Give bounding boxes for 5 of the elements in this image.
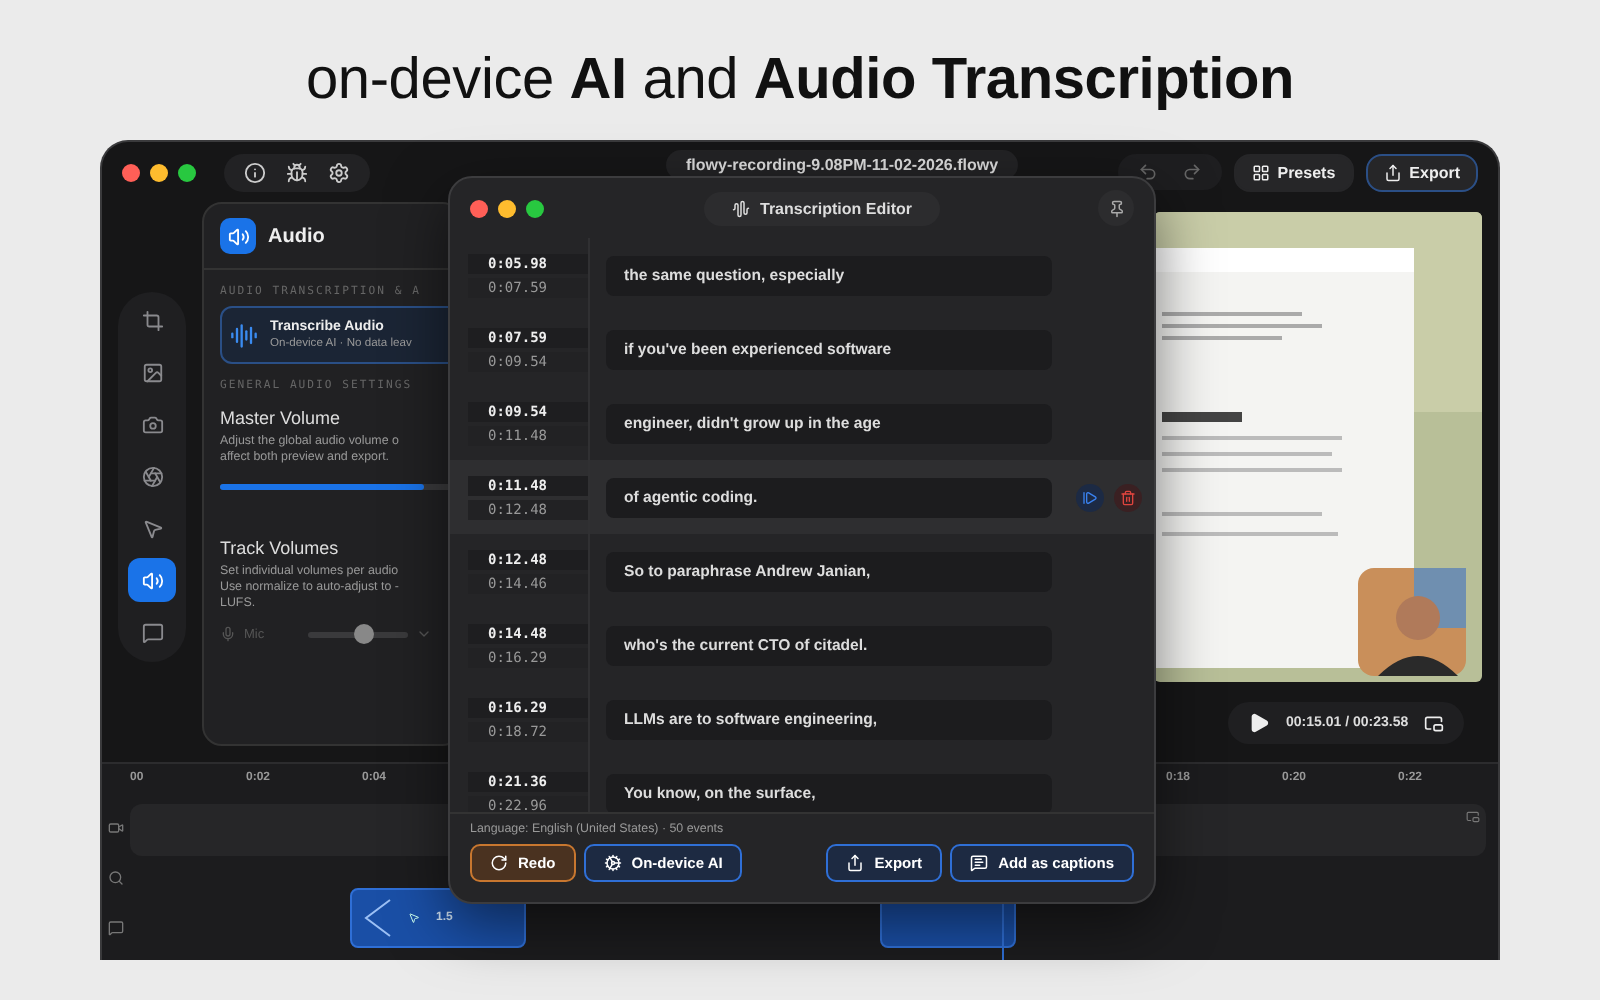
panel-title: Audio xyxy=(268,225,325,247)
setting-title: Track Volumes xyxy=(218,536,341,562)
headline: on-device AI and Audio Transcription xyxy=(303,46,1297,116)
setting-title: Master Volume xyxy=(218,406,343,432)
editor-title-text: Transcription Editor xyxy=(760,199,913,217)
